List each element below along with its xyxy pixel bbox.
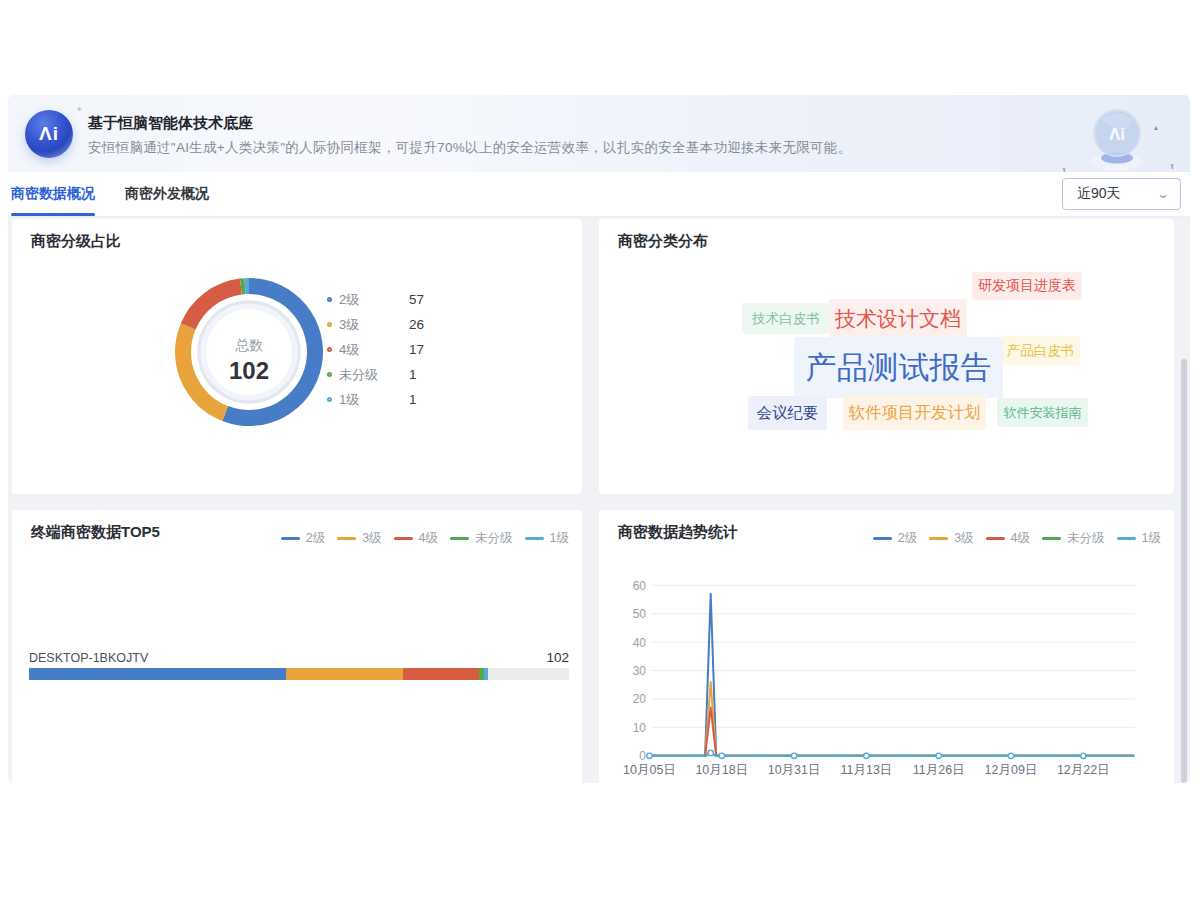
legend-item[interactable]: 1级 xyxy=(525,530,569,547)
word-cloud-item[interactable]: 产品白皮书 xyxy=(1001,336,1080,365)
svg-text:12月09日: 12月09日 xyxy=(985,763,1038,777)
word-cloud-item[interactable]: 软件安装指南 xyxy=(997,398,1088,427)
pie-legend-item[interactable]: 未分级1 xyxy=(327,362,424,387)
date-range-select[interactable]: 近90天 ⌄ xyxy=(1062,178,1181,210)
word-cloud-item[interactable]: 技术设计文档 xyxy=(829,299,967,338)
pie-legend-item[interactable]: 3级26 xyxy=(327,312,424,337)
svg-text:10月18日: 10月18日 xyxy=(695,763,748,777)
panel-title: 商密分类分布 xyxy=(618,232,708,251)
dashboard-window: Λi ✦ 基于恒脑智能体技术底座 安恒恒脑通过"AI生成+人类决策"的人际协同框… xyxy=(8,95,1190,783)
pie-chart[interactable] xyxy=(12,219,582,494)
legend-dash-icon xyxy=(450,537,469,540)
banner-subtitle: 安恒恒脑通过"AI生成+人类决策"的人际协同框架，可提升70%以上的安全运营效率… xyxy=(88,139,851,157)
legend-dash-icon xyxy=(337,537,356,540)
robot-mascot-icon: Λi xyxy=(1057,100,1177,175)
svg-text:Λi: Λi xyxy=(1109,125,1125,144)
chevron-down-icon: ⌄ xyxy=(1156,187,1170,201)
legend-value: 1 xyxy=(409,367,417,382)
sparkle-icon: ✦ xyxy=(76,105,83,114)
svg-text:10月05日: 10月05日 xyxy=(623,763,676,777)
bar-chart-legend: 2级 3级 4级 未分级 1级 xyxy=(281,530,569,547)
svg-text:11月13日: 11月13日 xyxy=(840,763,892,777)
svg-text:40: 40 xyxy=(633,636,647,650)
word-cloud-item[interactable]: 研发项目进度表 xyxy=(972,272,1082,300)
panel-title: 终端商密数据TOP5 xyxy=(31,523,160,542)
word-cloud-item[interactable]: 软件项目开发计划 xyxy=(843,395,986,430)
legend-dash-icon xyxy=(525,537,544,540)
legend-label: 3级 xyxy=(339,316,409,334)
legend-ring-icon xyxy=(327,397,332,402)
svg-text:10: 10 xyxy=(633,721,647,735)
banner-title: 基于恒脑智能体技术底座 xyxy=(88,114,253,133)
pie-legend-item[interactable]: 4级17 xyxy=(327,337,424,362)
svg-text:10月31日: 10月31日 xyxy=(768,763,821,777)
word-cloud-item[interactable]: 产品测试报告 xyxy=(794,337,1003,398)
legend-item[interactable]: 未分级 xyxy=(450,530,513,547)
ai-logo-icon: Λi xyxy=(25,110,73,158)
legend-ring-icon xyxy=(327,297,332,302)
panel-terminal-top5: 终端商密数据TOP5 2级 3级 4级 未分级 1级 DESKTOP-1BKOJTV 1… xyxy=(12,510,582,783)
banner: Λi ✦ 基于恒脑智能体技术底座 安恒恒脑通过"AI生成+人类决策"的人际协同框… xyxy=(8,95,1190,172)
word-cloud-item[interactable]: 会议纪要 xyxy=(748,396,827,430)
pie-legend-item[interactable]: 2级57 xyxy=(327,287,424,312)
svg-text:60: 60 xyxy=(633,579,647,593)
legend-label: 2级 xyxy=(306,530,325,547)
panel-trend-chart: 商密数据趋势统计 2级3级4级未分级1级 010203040506010月05日… xyxy=(599,510,1174,783)
tab-1[interactable]: 商密外发概况 xyxy=(125,172,209,216)
legend-ring-icon xyxy=(327,347,332,352)
panel-category-wordcloud: 商密分类分布 研发项目进度表技术白皮书技术设计文档产品白皮书产品测试报告会议纪要… xyxy=(599,219,1174,494)
svg-text:50: 50 xyxy=(633,607,647,621)
trend-line-chart[interactable]: 0 10 20 30 40 50 60 10月05日 10月18日 10月31日 11月13日 11月… xyxy=(599,510,1174,783)
legend-label: 3级 xyxy=(362,530,381,547)
legend-dash-icon xyxy=(281,537,300,540)
tab-bar: 商密数据概况商密外发概况 xyxy=(8,172,1190,217)
legend-item[interactable]: 4级 xyxy=(394,530,438,547)
legend-value: 1 xyxy=(409,392,417,407)
bar-segment xyxy=(403,668,480,680)
legend-ring-icon xyxy=(327,372,332,377)
legend-label: 4级 xyxy=(419,530,438,547)
svg-text:30: 30 xyxy=(633,664,647,678)
legend-label: 4级 xyxy=(339,341,409,359)
legend-label: 未分级 xyxy=(475,530,513,547)
panel-classification-pie: 商密分级占比 总数 102 2级573级264级17未分级11级1 xyxy=(12,219,582,494)
dashboard-content: 商密分级占比 总数 102 2级573级264级17未分级11级1 商密分类分布… xyxy=(8,217,1190,783)
ai-logo-text: Λi xyxy=(39,123,59,145)
bar-segment xyxy=(286,668,403,680)
word-cloud-item[interactable]: 技术白皮书 xyxy=(742,303,830,334)
bar-category-label: DESKTOP-1BKOJTV xyxy=(29,651,148,665)
legend-label: 2级 xyxy=(339,291,409,309)
legend-item[interactable]: 2级 xyxy=(281,530,325,547)
pie-legend-item[interactable]: 1级1 xyxy=(327,387,424,412)
legend-value: 17 xyxy=(409,342,424,357)
legend-dash-icon xyxy=(394,537,413,540)
bar-segment xyxy=(484,668,489,680)
legend-label: 1级 xyxy=(339,391,409,409)
date-range-value: 近90天 xyxy=(1077,185,1121,203)
tab-0[interactable]: 商密数据概况 xyxy=(11,172,95,216)
bar-total-value: 102 xyxy=(546,650,569,665)
svg-text:12月22日: 12月22日 xyxy=(1057,763,1110,777)
stacked-bar[interactable] xyxy=(29,668,569,680)
legend-value: 57 xyxy=(409,292,424,307)
legend-label: 1级 xyxy=(550,530,569,547)
svg-text:11月26日: 11月26日 xyxy=(913,763,965,777)
pie-legend: 2级573级264级17未分级11级1 xyxy=(327,287,424,412)
bar-segment xyxy=(29,668,286,680)
legend-label: 未分级 xyxy=(339,366,409,384)
legend-ring-icon xyxy=(327,322,332,327)
legend-value: 26 xyxy=(409,317,424,332)
vertical-scrollbar[interactable] xyxy=(1181,359,1187,783)
legend-item[interactable]: 3级 xyxy=(337,530,381,547)
svg-text:20: 20 xyxy=(633,692,647,706)
svg-text:0: 0 xyxy=(639,749,646,763)
